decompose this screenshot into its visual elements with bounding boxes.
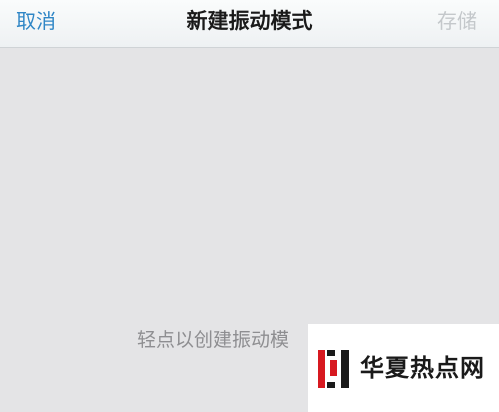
watermark-text: 华夏热点网 [360,353,485,382]
screen: 取消 新建振动模式 存储 轻点以创建振动模 华夏热点网 [0,0,499,412]
page-title: 新建振动模式 [186,9,313,33]
tap-hint-text: 轻点以创建振动模 [137,329,290,351]
watermark: 华夏热点网 [308,324,499,412]
watermark-logo-icon [318,350,349,388]
save-button[interactable]: 存储 [437,7,477,35]
navigation-bar: 取消 新建振动模式 存储 [0,0,499,48]
